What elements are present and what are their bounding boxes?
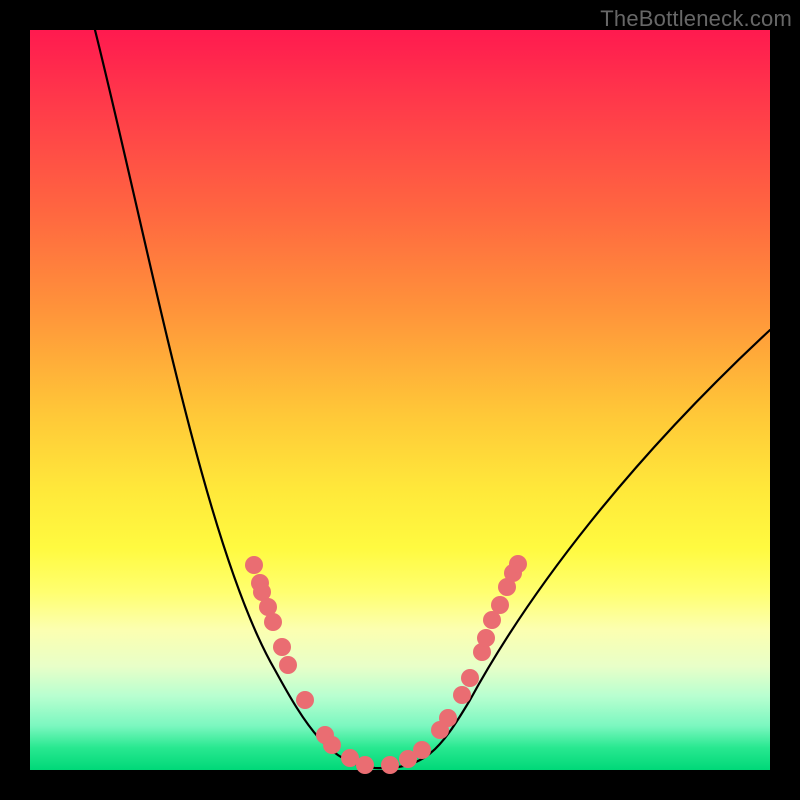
- data-point: [323, 736, 341, 754]
- data-point: [477, 629, 495, 647]
- chart-svg: [30, 30, 770, 770]
- data-point: [413, 741, 431, 759]
- data-point: [279, 656, 297, 674]
- bottleneck-curve: [95, 30, 770, 768]
- data-point: [356, 756, 374, 774]
- plot-area: [30, 30, 770, 770]
- scatter-points: [245, 555, 527, 774]
- data-point: [491, 596, 509, 614]
- data-point: [245, 556, 263, 574]
- data-point: [296, 691, 314, 709]
- data-point: [264, 613, 282, 631]
- watermark-text: TheBottleneck.com: [600, 6, 792, 32]
- data-point: [273, 638, 291, 656]
- data-point: [453, 686, 471, 704]
- data-point: [381, 756, 399, 774]
- data-point: [509, 555, 527, 573]
- data-point: [461, 669, 479, 687]
- chart-frame: TheBottleneck.com: [0, 0, 800, 800]
- data-point: [439, 709, 457, 727]
